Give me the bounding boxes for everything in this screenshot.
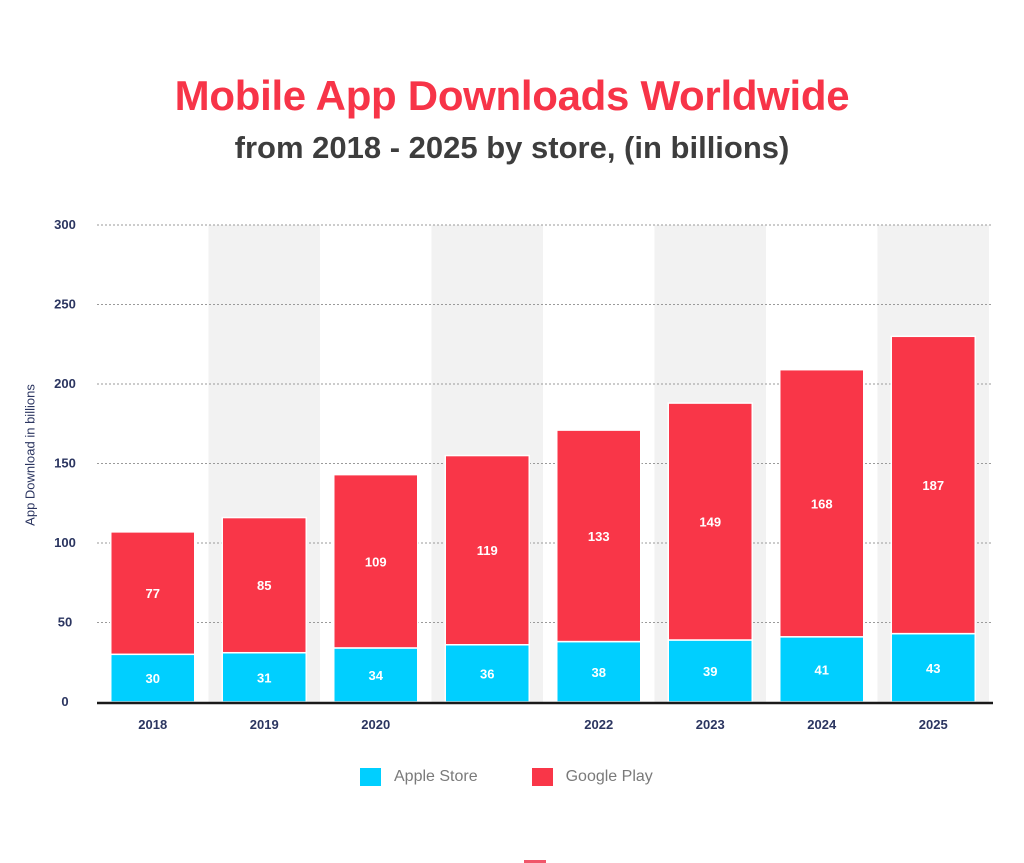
data-label: 133: [588, 529, 610, 544]
x-tick-label: 2019: [250, 717, 279, 732]
legend: Apple Store Google Play: [360, 768, 707, 786]
data-label: 39: [703, 664, 717, 679]
data-label: 77: [146, 586, 160, 601]
data-label: 119: [477, 543, 498, 558]
y-tick-label: 250: [54, 297, 76, 312]
legend-item-apple-store: Apple Store: [360, 768, 478, 786]
legend-label-google-play: Google Play: [565, 768, 653, 785]
data-label: 85: [257, 578, 271, 593]
legend-item-google-play: Google Play: [531, 768, 653, 786]
x-tick-label: 2022: [584, 717, 613, 732]
x-tick-label: 2023: [696, 717, 725, 732]
y-tick-label: 0: [61, 694, 68, 709]
y-tick-label: 50: [58, 615, 72, 630]
legend-label-apple-store: Apple Store: [394, 768, 478, 785]
data-label: 36: [480, 666, 494, 681]
y-tick-label: 200: [54, 376, 76, 391]
data-label: 38: [592, 665, 606, 680]
chart-plot: 30 77 31 85 34 109 36 119 38 133 39 149 41 168 43 187 0…: [54, 217, 993, 732]
x-tick-label: 2018: [138, 717, 167, 732]
y-tick-label: 150: [54, 456, 76, 471]
data-label: 109: [365, 554, 387, 569]
data-label: 43: [926, 661, 940, 676]
data-label: 149: [699, 515, 721, 530]
y-tick-label: 100: [54, 535, 76, 550]
data-label: 30: [146, 671, 160, 686]
legend-swatch-apple-store: [360, 768, 381, 786]
y-tick-label: 300: [54, 217, 76, 232]
x-tick-label: 2020: [361, 717, 390, 732]
x-tick-label: 2025: [919, 717, 948, 732]
x-tick-label: 2024: [807, 717, 837, 732]
data-label: 187: [922, 478, 944, 493]
data-label: 41: [815, 662, 829, 677]
legend-swatch-google-play: [531, 768, 553, 786]
data-label: 34: [369, 668, 384, 683]
data-label: 31: [257, 670, 271, 685]
data-label: 168: [811, 496, 833, 511]
